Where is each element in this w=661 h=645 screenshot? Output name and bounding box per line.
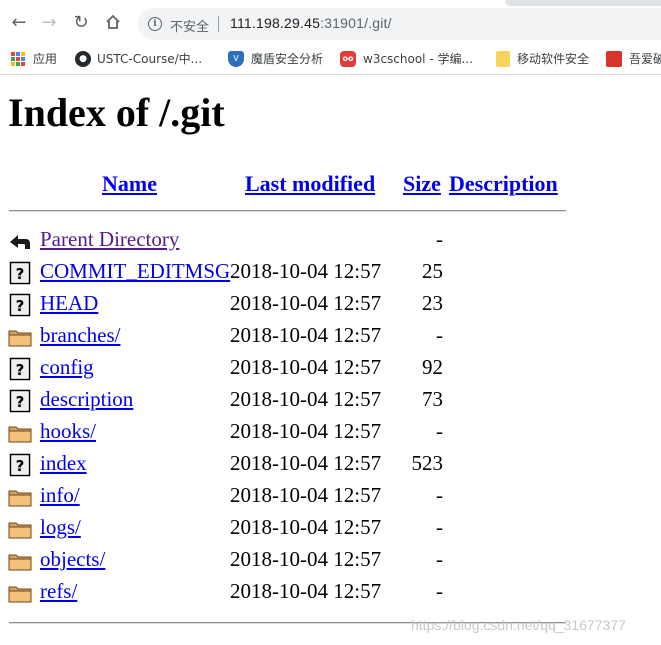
- page-content: Index of /.git Name Last modified Size D…: [0, 75, 661, 645]
- file-link[interactable]: HEAD: [40, 291, 98, 316]
- last-modified-cell: 2018-10-04 12:57: [230, 483, 382, 507]
- file-row: ? config 2018-10-04 12:57 92: [8, 355, 608, 383]
- reload-icon[interactable]: ↻: [71, 13, 91, 33]
- file-link[interactable]: hooks/: [40, 419, 96, 444]
- size-cell: -: [436, 419, 443, 443]
- back-arrow-icon[interactable]: ←: [9, 13, 29, 33]
- url-path: :31901/.git/: [320, 15, 392, 31]
- column-header-last-modified[interactable]: Last modified: [245, 171, 375, 197]
- unknown-file-icon: ?: [8, 293, 32, 317]
- last-modified-cell: 2018-10-04 12:57: [230, 579, 382, 603]
- unknown-file-icon: ?: [8, 453, 32, 477]
- size-cell: 25: [422, 259, 443, 283]
- svg-text:?: ?: [16, 297, 25, 315]
- file-link[interactable]: objects/: [40, 547, 105, 572]
- file-row: branches/2018-10-04 12:57 -: [8, 323, 608, 351]
- size-cell: 92: [422, 355, 443, 379]
- last-modified-cell: 2018-10-04 12:57: [230, 547, 382, 571]
- file-link[interactable]: COMMIT_EDITMSG: [40, 259, 230, 284]
- bookmark-52pojie[interactable]: 吾爱破: [629, 51, 661, 67]
- file-row: refs/2018-10-04 12:57 -: [8, 579, 608, 607]
- size-cell: -: [436, 579, 443, 603]
- address-bar[interactable]: i 不安全 111.198.29.45:31901/.git/: [138, 8, 661, 40]
- bookmark-apps[interactable]: 应用: [33, 51, 57, 67]
- file-row: ? HEAD 2018-10-04 12:57 23: [8, 291, 608, 319]
- last-modified-cell: 2018-10-04 12:57: [230, 419, 382, 443]
- size-cell: -: [436, 515, 443, 539]
- file-link[interactable]: branches/: [40, 323, 120, 348]
- last-modified-cell: 2018-10-04 12:57: [230, 355, 382, 379]
- apps-grid-icon[interactable]: [10, 51, 26, 67]
- bookmark-modun[interactable]: 魔盾安全分析: [251, 51, 323, 67]
- file-link[interactable]: logs/: [40, 515, 81, 540]
- owl-icon[interactable]: oo: [340, 51, 356, 67]
- omnibox-divider: [218, 16, 219, 32]
- github-icon[interactable]: ●: [75, 51, 91, 67]
- security-label[interactable]: 不安全: [170, 16, 209, 35]
- size-cell: -: [436, 227, 443, 251]
- file-row: ? COMMIT_EDITMSG 2018-10-04 12:57 25: [8, 259, 608, 287]
- parent-directory-row: Parent Directory -: [8, 227, 608, 255]
- last-modified-cell: 2018-10-04 12:57: [230, 259, 382, 283]
- size-cell: -: [436, 323, 443, 347]
- back-arrow-icon: [8, 229, 32, 253]
- file-row: logs/2018-10-04 12:57 -: [8, 515, 608, 543]
- svg-text:?: ?: [16, 361, 25, 379]
- red-square-icon[interactable]: [606, 51, 622, 67]
- info-icon[interactable]: i: [148, 17, 162, 31]
- file-link[interactable]: info/: [40, 483, 80, 508]
- bookmarks-bar: 应用 ● USTC-Course/中... V 魔盾安全分析 oo w3csch…: [0, 44, 661, 75]
- watermark: https://blog.csdn.net/qq_31677377: [411, 617, 626, 633]
- bookmark-ustc-course[interactable]: USTC-Course/中...: [97, 51, 202, 67]
- file-row: info/2018-10-04 12:57 -: [8, 483, 608, 511]
- home-icon[interactable]: [103, 13, 123, 33]
- svg-text:?: ?: [16, 457, 25, 475]
- file-link[interactable]: index: [40, 451, 87, 476]
- svg-text:?: ?: [16, 265, 25, 283]
- svg-text:?: ?: [16, 393, 25, 411]
- forward-arrow-icon[interactable]: →: [39, 13, 59, 33]
- column-header-size[interactable]: Size: [403, 171, 441, 197]
- folder-icon: [8, 485, 32, 509]
- file-row: hooks/2018-10-04 12:57 -: [8, 419, 608, 447]
- page-title: Index of /.git: [8, 90, 225, 135]
- unknown-file-icon: ?: [8, 261, 32, 285]
- bookmark-mobile-security[interactable]: 移动软件安全: [517, 51, 589, 67]
- folder-icon: [8, 581, 32, 605]
- size-cell: -: [436, 547, 443, 571]
- parent-directory-link[interactable]: Parent Directory: [40, 227, 179, 252]
- url-host: 111.198.29.45: [230, 15, 321, 31]
- size-cell: 23: [422, 291, 443, 315]
- url-text[interactable]: 111.198.29.45:31901/.git/: [230, 15, 392, 31]
- header-divider: [9, 210, 566, 212]
- file-row: ? description 2018-10-04 12:57 73: [8, 387, 608, 415]
- last-modified-cell: 2018-10-04 12:57: [230, 451, 382, 475]
- file-link[interactable]: config: [40, 355, 94, 380]
- size-cell: 523: [411, 451, 444, 475]
- last-modified-cell: 2018-10-04 12:57: [230, 291, 382, 315]
- size-cell: 73: [422, 387, 443, 411]
- last-modified-cell: 2018-10-04 12:57: [230, 515, 382, 539]
- unknown-file-icon: ?: [8, 357, 32, 381]
- column-header-description[interactable]: Description: [449, 171, 558, 197]
- size-cell: -: [436, 483, 443, 507]
- folder-icon[interactable]: [496, 51, 510, 67]
- browser-toolbar: ← → ↻ i 不安全 111.198.29.45:31901/.git/: [0, 0, 661, 44]
- file-link[interactable]: description: [40, 387, 133, 412]
- folder-icon: [8, 325, 32, 349]
- tab-strip-edge: [505, 0, 661, 6]
- last-modified-cell: 2018-10-04 12:57: [230, 323, 382, 347]
- file-row: ? index 2018-10-04 12:57 523: [8, 451, 608, 479]
- unknown-file-icon: ?: [8, 389, 32, 413]
- file-row: objects/2018-10-04 12:57 -: [8, 547, 608, 575]
- file-link[interactable]: refs/: [40, 579, 77, 604]
- column-header-name[interactable]: Name: [102, 171, 157, 197]
- folder-icon: [8, 549, 32, 573]
- bookmark-w3cschool[interactable]: w3cschool - 学编...: [363, 51, 473, 67]
- folder-icon: [8, 421, 32, 445]
- folder-icon: [8, 517, 32, 541]
- shield-icon[interactable]: V: [228, 51, 244, 67]
- last-modified-cell: 2018-10-04 12:57: [230, 387, 382, 411]
